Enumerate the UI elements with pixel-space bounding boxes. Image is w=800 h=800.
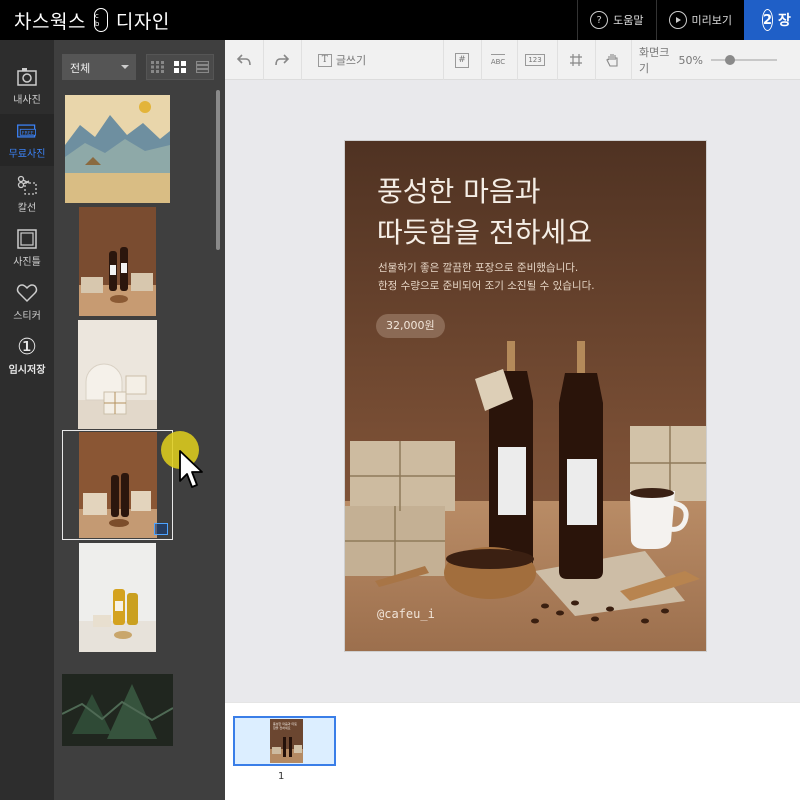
expand-icon[interactable] — [154, 523, 168, 535]
brand-suffix: 디자인 — [115, 10, 170, 33]
photo-thumb-gift-boxes[interactable] — [78, 320, 157, 429]
redo-icon — [275, 54, 290, 66]
tool-rail: 내사진 FREE 무료사진 칼선 사진틀 스티커 ① 임시저장 — [0, 40, 54, 800]
brand-mark-text: c b — [94, 12, 100, 28]
chevron-down-icon — [121, 65, 129, 69]
hand-icon — [606, 54, 618, 67]
poster-title-line: 따듯함을 전하세요 — [377, 216, 592, 249]
hashtag-button[interactable]: # — [451, 40, 473, 80]
photo-frame-border-icon — [16, 228, 38, 250]
free-photo-panel: 전체 — [54, 40, 225, 800]
rail-label: 무료사진 — [8, 149, 46, 160]
rail-my-photos[interactable]: 내사진 — [0, 60, 54, 112]
view-small-grid-button[interactable] — [147, 55, 169, 79]
rail-temp-save[interactable]: ① 임시저장 — [0, 330, 54, 382]
text-box-icon: T — [317, 53, 332, 67]
rail-free-photos[interactable]: FREE 무료사진 — [0, 114, 54, 166]
rail-label: 사진틀 — [13, 257, 41, 268]
poster-price-badge[interactable]: 32,000원 — [376, 314, 445, 338]
svg-text:FREE: FREE — [22, 130, 34, 136]
zoom-label-group: 화면크기 50% — [639, 40, 703, 80]
zoom-label: 화면크기 — [639, 46, 670, 75]
design-canvas[interactable]: 풍성한 마음과 따듯함을 전하세요 선물하기 좋은 깔끔한 포장으로 준비했습니… — [345, 141, 706, 651]
hashtag-icon: # — [455, 52, 469, 68]
editor-app: 차스웍스 c b 디자인 ? 도움말 미리보기 2 장 내사진 FREE 무료사… — [0, 0, 800, 800]
grid-icon — [570, 54, 582, 66]
poster-subtitle-line: 한정 수량으로 준비되어 조기 소진될 수 있습니다. — [378, 280, 595, 292]
rail-stickers[interactable]: 스티커 — [0, 276, 54, 328]
poster-title-line: 풍성한 마음과 — [377, 175, 541, 208]
page-thumb-image — [270, 737, 303, 763]
help-button[interactable]: ? 도움말 — [577, 0, 655, 40]
photo-thumb-coffee-bottles[interactable] — [79, 207, 156, 316]
play-icon — [668, 11, 687, 29]
brand-name: 차스웍스 — [14, 10, 86, 33]
undo-icon — [236, 54, 251, 66]
page-thumb-preview: 풍성한 마음과 따듯함을 전하세요 — [270, 719, 303, 763]
brand-logo: 차스웍스 c b 디자인 — [14, 6, 170, 34]
rail-label: 칼선 — [17, 203, 37, 214]
undo-button[interactable] — [233, 40, 255, 80]
view-mode-toggle — [146, 54, 214, 80]
editor-toolbar: T 글쓰기 # ABC 123 화면크기 50% — [225, 40, 800, 80]
zoom-slider-track — [711, 59, 777, 61]
photo-thumb-coffee-gift-set[interactable] — [62, 430, 173, 540]
scissors-icon — [16, 174, 38, 196]
poster-subtitle[interactable]: 선물하기 좋은 깔끔한 포장으로 준비했습니다. 한정 수량으로 준비되어 조기… — [378, 259, 595, 295]
zoom-slider-track-wrap — [711, 54, 777, 66]
poster-handle[interactable]: @cafeu_i — [377, 607, 435, 621]
brand-mark-icon: c b — [93, 8, 108, 32]
photo-thumb-honey-bottles[interactable] — [79, 543, 156, 652]
photo-frame-icon — [16, 66, 38, 88]
top-actions: ? 도움말 미리보기 2 장 — [577, 0, 800, 40]
category-select-value: 전체 — [70, 62, 91, 75]
text-tool-button[interactable]: T 글쓰기 — [311, 40, 373, 80]
zoom-slider[interactable] — [709, 40, 779, 80]
help-label: 도움말 — [613, 14, 644, 27]
zoom-value: 50% — [678, 53, 703, 67]
category-select[interactable]: 전체 — [62, 54, 136, 80]
number-one-icon: ① — [17, 334, 37, 360]
mouse-pointer-icon — [179, 450, 203, 488]
page-thumb-1[interactable]: 풍성한 마음과 따듯함을 전하세요 — [233, 716, 336, 766]
rail-label: 임시저장 — [8, 365, 46, 376]
step-label: 장 — [778, 13, 791, 29]
step-2-button[interactable]: 2 장 — [744, 0, 800, 40]
panel-scrollbar[interactable] — [216, 90, 220, 250]
photo-thumb-pine-tree[interactable] — [62, 674, 173, 746]
photo-thumb-landscape[interactable] — [65, 95, 170, 203]
number-button[interactable]: 123 — [523, 40, 547, 80]
poster-title[interactable]: 풍성한 마음과 따듯함을 전하세요 — [377, 171, 592, 253]
zoom-slider-knob[interactable] — [725, 55, 735, 65]
poster-subtitle-line: 선물하기 좋은 깔끔한 포장으로 준비했습니다. — [378, 262, 579, 274]
grid-button[interactable] — [565, 40, 587, 80]
page-number: 1 — [278, 771, 285, 782]
question-icon: ? — [590, 11, 609, 29]
number-icon: 123 — [525, 54, 545, 66]
step-number-icon: 2 — [762, 9, 774, 31]
abc-icon: ABC — [490, 54, 506, 66]
text-tool-label: 글쓰기 — [335, 54, 367, 67]
rail-cut-lines[interactable]: 칼선 — [0, 168, 54, 220]
rail-label: 내사진 — [13, 95, 41, 106]
redo-button[interactable] — [271, 40, 293, 80]
preview-label: 미리보기 — [691, 14, 732, 27]
rail-photo-frames[interactable]: 사진틀 — [0, 222, 54, 274]
view-large-grid-button[interactable] — [169, 55, 191, 79]
pan-hand-button[interactable] — [601, 40, 625, 80]
rail-label: 스티커 — [13, 311, 41, 322]
top-bar: 차스웍스 c b 디자인 ? 도움말 미리보기 2 장 — [0, 0, 800, 40]
heart-icon — [16, 282, 38, 304]
free-photo-icon: FREE — [16, 120, 38, 142]
preview-button[interactable]: 미리보기 — [655, 0, 744, 40]
view-list-button[interactable] — [191, 55, 213, 79]
text-abc-button[interactable]: ABC — [487, 40, 509, 80]
